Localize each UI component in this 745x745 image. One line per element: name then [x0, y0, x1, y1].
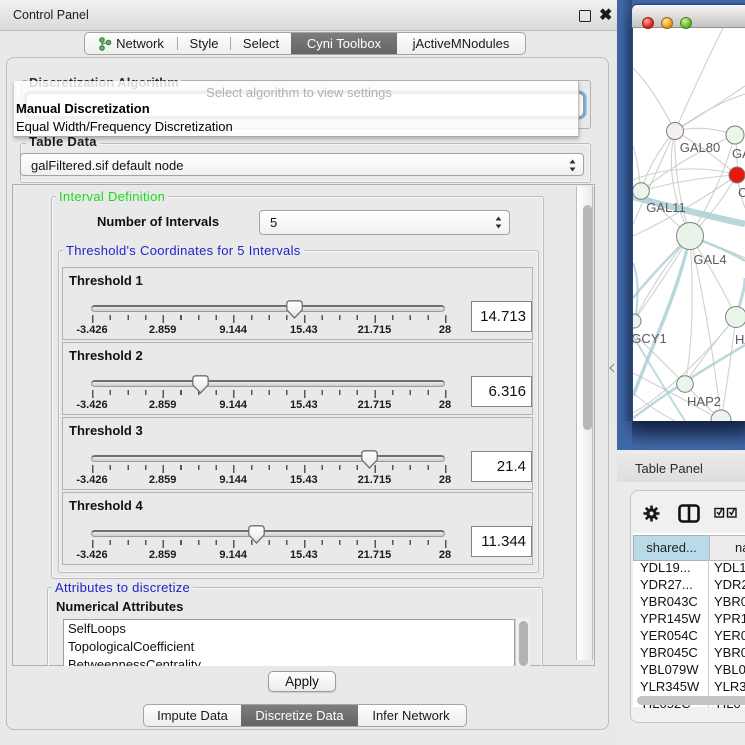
svg-text:C: C	[738, 185, 745, 200]
svg-text:GCY1: GCY1	[633, 331, 667, 346]
svg-text:GAL11: GAL11	[646, 200, 686, 215]
svg-text:GAL: GAL	[732, 146, 745, 161]
svg-text:HAP2: HAP2	[687, 394, 721, 409]
svg-text:GAL4: GAL4	[693, 252, 726, 267]
svg-text:GAL80: GAL80	[680, 140, 720, 155]
svg-text:HA: HA	[735, 332, 745, 347]
